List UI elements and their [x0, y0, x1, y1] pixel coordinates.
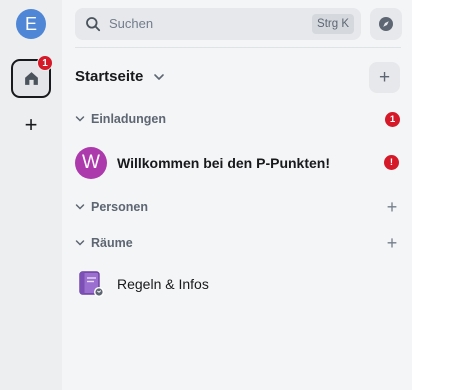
- section-rooms-label: Räume: [91, 236, 133, 250]
- search-shortcut: Strg K: [312, 14, 354, 34]
- add-person-button[interactable]: +: [384, 198, 400, 216]
- room-name[interactable]: Regeln & Infos: [117, 276, 209, 292]
- section-people[interactable]: Personen: [75, 198, 148, 216]
- chevron-down-icon: [75, 240, 85, 246]
- explore-rooms-button[interactable]: [370, 8, 402, 40]
- add-room-section-button[interactable]: +: [384, 234, 400, 252]
- user-avatar[interactable]: E: [16, 9, 46, 39]
- room-list-panel: Suchen Strg K Startseite + Einladungen 1…: [62, 0, 412, 390]
- invite-alert-badge: !: [384, 155, 399, 170]
- book-icon[interactable]: [77, 270, 105, 298]
- home-icon: [24, 72, 38, 85]
- invites-count-badge: 1: [385, 112, 400, 127]
- section-people-label: Personen: [91, 200, 148, 214]
- add-room-button[interactable]: +: [369, 62, 400, 93]
- home-notification-badge: 1: [37, 55, 53, 71]
- chevron-down-icon: [75, 204, 85, 210]
- search-icon: [86, 17, 101, 32]
- space-rail: E 1 +: [0, 0, 62, 390]
- chevron-down-icon: [75, 116, 85, 122]
- section-invites[interactable]: Einladungen: [75, 110, 166, 128]
- invite-room-name[interactable]: Willkommen bei den P-Punkten!: [117, 155, 330, 171]
- divider: [75, 47, 401, 48]
- main-content-area: [412, 0, 449, 390]
- home-title[interactable]: Startseite: [75, 68, 143, 85]
- section-invites-label: Einladungen: [91, 112, 166, 126]
- chevron-down-icon[interactable]: [153, 69, 165, 85]
- invite-avatar[interactable]: W: [75, 147, 107, 179]
- search-field[interactable]: Suchen Strg K: [75, 8, 361, 40]
- section-rooms[interactable]: Räume: [75, 234, 133, 252]
- search-placeholder: Suchen: [109, 16, 154, 31]
- add-space-button[interactable]: +: [20, 114, 42, 136]
- compass-icon: [379, 17, 393, 31]
